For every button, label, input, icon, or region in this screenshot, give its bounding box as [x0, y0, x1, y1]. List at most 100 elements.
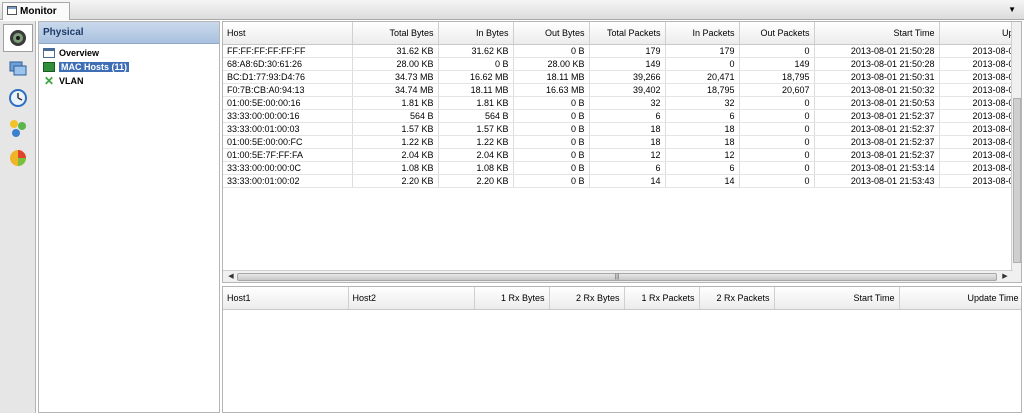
col-2-rx-bytes[interactable]: 2 Rx Bytes [549, 287, 625, 310]
table-cell: 1.08 KB [438, 161, 514, 175]
table-row[interactable]: 01:00:5E:00:00:FC 1.22 KB 1.22 KB 0 B 18 18 0 2… [223, 135, 1021, 149]
pie-chart-button[interactable] [3, 144, 33, 172]
table-cell: 0 B [513, 174, 590, 188]
table-cell: 0 [665, 57, 740, 71]
vlan-icon: ✕ [43, 74, 55, 88]
col-2-rx-packets[interactable]: 2 Rx Packets [699, 287, 775, 310]
table-row[interactable]: 33:33:00:00:00:16 564 B 564 B0 B 6 6 0 2013-08… [223, 109, 1021, 123]
horizontal-scroll-thumb[interactable]: ||| [237, 273, 997, 281]
table-cell: 2013-08-01 [939, 122, 1021, 136]
table-cell: 0 B [513, 135, 590, 149]
table-cell: 2013-08-01 21:52:37 [814, 122, 940, 136]
table-cell: 01:00:5E:7F:FF:FA [223, 148, 353, 162]
table-cell: 01:00:5E:00:00:FC [223, 135, 353, 149]
table-cell: 0 B [513, 109, 590, 123]
table-cell: 0 B [513, 161, 590, 175]
table-cell: 34.73 MB [352, 70, 439, 84]
dropdown-triangle-icon[interactable]: ▼ [1008, 5, 1016, 14]
table-row[interactable]: 33:33:00:00:00:0C 1.08 KB 1.08 KB 0 B 6 6 0 201… [223, 161, 1021, 175]
table-cell: 34.74 MB [352, 83, 439, 97]
col-update-time[interactable]: Upd [939, 22, 1021, 45]
monitor-eye-button[interactable] [3, 24, 33, 52]
table-row[interactable]: F0:7B:CB:A0:94:13 34.74 MB 18.11 MB 16.63 M… [223, 83, 1021, 97]
vertical-scroll-thumb[interactable] [1013, 98, 1021, 263]
clock-button[interactable] [3, 84, 33, 112]
tree-item-mac-hosts[interactable]: MAC Hosts (11) [39, 60, 219, 74]
table-cell: 14 [665, 174, 740, 188]
tree-item-vlan[interactable]: ✕ VLAN [39, 74, 219, 88]
col-host[interactable]: Host [223, 22, 353, 45]
table-cell: 18 [589, 122, 666, 136]
table-cell: 1.81 KB [352, 96, 439, 110]
table-cell: 18.11 MB [438, 83, 514, 97]
col-1-rx-packets[interactable]: 1 Rx Packets [624, 287, 700, 310]
table-cell: 2.04 KB [352, 148, 439, 162]
table-cell: 32 [589, 96, 666, 110]
table-row[interactable]: 01:00:5E:7F:FF:FA 2.04 KB 2.04 KB 0 B 12 12 0 2… [223, 148, 1021, 162]
table-cell: 31.62 KB [352, 44, 439, 58]
col-in-packets[interactable]: In Packets [665, 22, 740, 45]
table-cell: 18,795 [665, 83, 740, 97]
window-icon [7, 6, 17, 15]
col-host2[interactable]: Host2 [348, 287, 475, 310]
table-cell: 0 [739, 109, 815, 123]
tree-item-overview[interactable]: Overview [39, 46, 219, 60]
table-cell: 39,266 [589, 70, 666, 84]
table-cell: 0 [739, 44, 815, 58]
table-row[interactable]: BC:D1:77:93:D4:76 34.73 MB 16.62 MB 18.11 M… [223, 70, 1021, 84]
table-cell: 2013-08-01 [939, 109, 1021, 123]
network-nodes-button[interactable] [3, 114, 33, 142]
vertical-scrollbar[interactable] [1011, 22, 1021, 282]
table-cell: 68:A8:6D:30:61:26 [223, 57, 353, 71]
clock-icon [9, 89, 27, 107]
table-cell: 2.04 KB [438, 148, 514, 162]
table-cell: 6 [589, 161, 666, 175]
col-out-packets[interactable]: Out Packets [739, 22, 815, 45]
monitor-tab[interactable]: Monitor [2, 2, 70, 20]
table-row[interactable]: 33:33:00:01:00:03 1.57 KB 1.57 KB 0 B 18 18 0 2… [223, 122, 1021, 136]
col-1-rx-bytes[interactable]: 1 Rx Bytes [474, 287, 550, 310]
table-cell: 6 [589, 109, 666, 123]
table-cell: 18 [665, 122, 740, 136]
table-cell: 14 [589, 174, 666, 188]
table-cell: 0 B [513, 44, 590, 58]
monitor-window: Monitor ▼ Physical Overview MAC Hosts (1… [0, 0, 1024, 413]
col-out-bytes[interactable]: Out Bytes [513, 22, 590, 45]
network-nodes-icon [10, 120, 26, 137]
table-cell: 31.62 KB [438, 44, 514, 58]
table-cell: 28.00 KB [352, 57, 439, 71]
table-row[interactable]: FF:FF:FF:FF:FF:FF 31.62 KB 31.62 KB 0 B 179 1… [223, 44, 1021, 58]
col-in-bytes[interactable]: In Bytes [438, 22, 514, 45]
col-start-time[interactable]: Start Time [774, 287, 900, 310]
monitor-eye-icon [10, 30, 26, 46]
table-cell: 2013-08-01 [939, 148, 1021, 162]
table-cell: 2013-08-01 [939, 161, 1021, 175]
table-cell: 179 [665, 44, 740, 58]
scroll-right-icon[interactable]: ▶ [999, 272, 1011, 280]
table-cell: 12 [665, 148, 740, 162]
table-cell: FF:FF:FF:FF:FF:FF [223, 44, 353, 58]
table-cell: 2013-08-01 21:53:43 [814, 174, 940, 188]
col-total-packets[interactable]: Total Packets [589, 22, 666, 45]
mac-hosts-icon [43, 62, 55, 72]
table-cell: 28.00 KB [513, 57, 590, 71]
table-cell: 2013-08-01 21:50:53 [814, 96, 940, 110]
table-row[interactable]: 01:00:5E:00:00:16 1.81 KB 1.81 KB 0 B 32 32 0 2… [223, 96, 1021, 110]
col-total-bytes[interactable]: Total Bytes [352, 22, 439, 45]
col-host1[interactable]: Host1 [223, 287, 349, 310]
table-cell: 18,795 [739, 70, 815, 84]
table-cell: 0 B [513, 122, 590, 136]
table-row[interactable]: 68:A8:6D:30:61:26 28.00 KB 0 B 28.00 KB 149 0… [223, 57, 1021, 71]
col-update-time[interactable]: Update Time [899, 287, 1021, 310]
table-cell: 32 [665, 96, 740, 110]
table-cell: 1.57 KB [438, 122, 514, 136]
table-row[interactable]: 33:33:00:01:00:02 2.20 KB 2.20 KB 0 B 14 14 0 2… [223, 174, 1021, 188]
table-cell: 1.22 KB [438, 135, 514, 149]
scroll-left-icon[interactable]: ◀ [225, 272, 237, 280]
horizontal-scrollbar[interactable]: ◀ ||| ▶ [223, 270, 1013, 282]
table-cell: 33:33:00:00:00:16 [223, 109, 353, 123]
table-cell: 2013-08-01 [939, 174, 1021, 188]
col-start-time[interactable]: Start Time [814, 22, 940, 45]
windows-stack-button[interactable] [3, 54, 33, 82]
window-title: Monitor [20, 6, 57, 17]
